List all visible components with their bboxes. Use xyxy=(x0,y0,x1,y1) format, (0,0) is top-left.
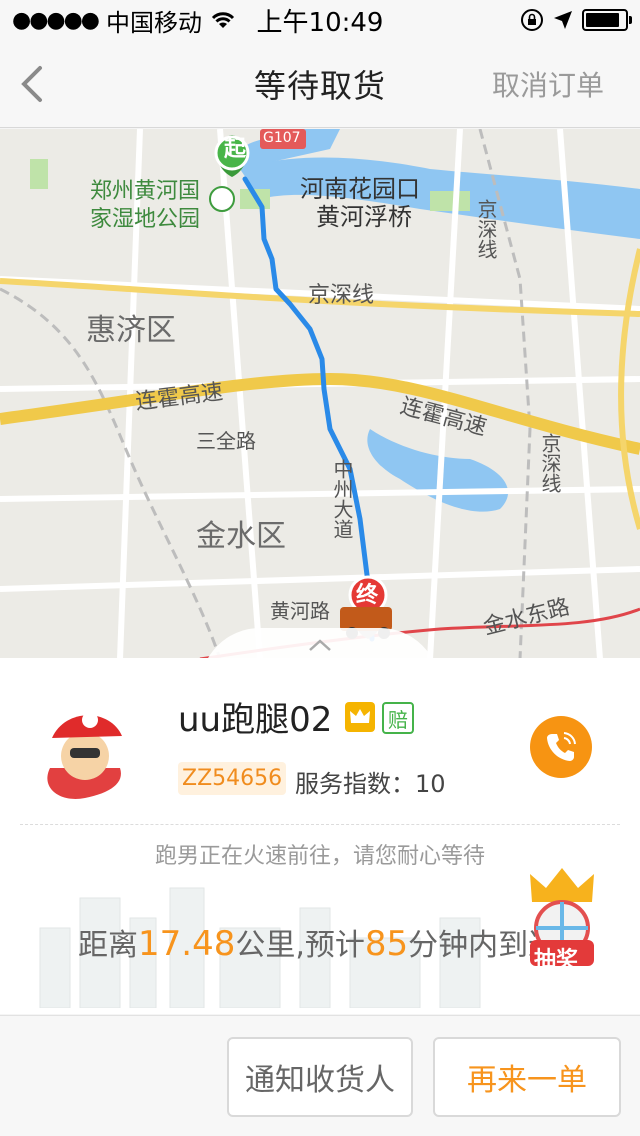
distance-eta-line: 距离17.48公里,预计85分钟内到达 xyxy=(78,920,558,964)
road-label-jingshen-3: 京深线 xyxy=(538,433,562,493)
rotation-lock-icon xyxy=(521,9,543,31)
chevron-up-icon xyxy=(309,639,331,651)
chevron-left-icon xyxy=(21,66,42,102)
wifi-icon xyxy=(211,12,235,28)
courier-name: uu跑腿02 xyxy=(178,700,333,740)
lottery-label: 抽奖 xyxy=(534,948,579,973)
signal-strength-icon: ●●●●● xyxy=(12,7,100,33)
route-map[interactable]: 起 G107 郑州黄河国 家湿地公园 河南花园口 黄河浮桥 京深线 京深线 惠济… xyxy=(0,129,640,659)
nav-bar: 等待取货 取消订单 xyxy=(0,40,640,128)
start-marker-label: 起 xyxy=(224,137,247,162)
eta-value: 85 xyxy=(364,924,409,964)
road-label-zhongzhou: 中州大道 xyxy=(330,459,354,539)
back-button[interactable] xyxy=(18,60,58,108)
district-label-huiji: 惠济区 xyxy=(86,313,176,348)
phone-icon xyxy=(547,732,576,761)
location-arrow-icon xyxy=(554,11,572,29)
courier-avatar xyxy=(47,712,122,799)
cancel-order-button[interactable]: 取消订单 xyxy=(492,64,604,104)
service-index: 服务指数：10 xyxy=(295,770,446,798)
bridge-label-line2: 黄河浮桥 xyxy=(316,203,412,231)
district-label-jinshui: 金水区 xyxy=(196,519,286,554)
battery-icon xyxy=(582,9,632,31)
distance-prefix: 距离 xyxy=(78,928,138,963)
insurance-badge: 赔 xyxy=(382,702,414,734)
road-label-jingshen-1: 京深线 xyxy=(474,199,498,259)
end-marker-label: 终 xyxy=(356,583,379,608)
road-label-sanquan: 三全路 xyxy=(196,429,256,453)
park-label-line2: 家湿地公园 xyxy=(90,207,201,232)
distance-value: 17.48 xyxy=(138,924,236,964)
page-title: 等待取货 xyxy=(253,66,386,105)
footer-actions: 通知收货人 再来一单 xyxy=(0,1015,640,1136)
courier-card: uu跑腿02 赔 ZZ54656 服务指数：10 跑男正在火速前往，请您耐心等待 xyxy=(0,658,640,1014)
road-label-jingshen-2: 京深线 xyxy=(308,283,375,308)
reorder-button[interactable]: 再来一单 xyxy=(433,1037,621,1117)
distance-unit: 公里,预计 xyxy=(235,928,365,963)
call-courier-button[interactable] xyxy=(530,716,592,778)
status-bar: ●●●●● 中国移动 上午10:49 xyxy=(0,0,640,40)
battery-level xyxy=(586,13,619,27)
g107-label: G107 xyxy=(263,130,301,146)
courier-id: ZZ54656 xyxy=(178,762,287,795)
carrier-label: 中国移动 xyxy=(105,8,202,37)
road-label-huanghe: 黄河路 xyxy=(270,599,330,623)
status-left: ●●●●● 中国移动 xyxy=(12,3,236,38)
crown-icon xyxy=(345,702,375,732)
screen: ●●●●● 中国移动 上午10:49 等待取货 取消订单 起 G107 郑州黄河… xyxy=(0,0,640,1136)
notify-receiver-button[interactable]: 通知收货人 xyxy=(227,1037,413,1117)
status-right xyxy=(520,8,632,32)
divider xyxy=(20,824,620,825)
lottery-button[interactable]: 抽奖 xyxy=(522,858,602,973)
